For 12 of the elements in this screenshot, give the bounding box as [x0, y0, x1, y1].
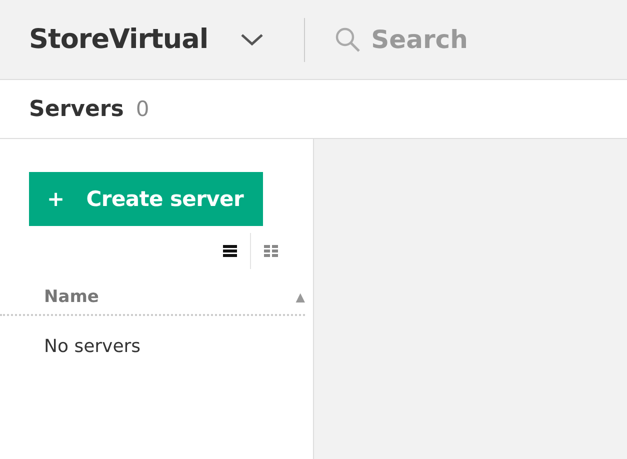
page-title: Servers: [29, 96, 124, 122]
list-view-icon[interactable]: [223, 245, 237, 257]
create-server-button[interactable]: + Create server: [29, 172, 263, 226]
sort-icon[interactable]: ▲: [296, 290, 305, 304]
chevron-down-icon[interactable]: [240, 32, 264, 46]
server-count: 0: [136, 97, 150, 121]
search-field[interactable]: Search: [371, 25, 572, 54]
search-icon: [335, 26, 362, 52]
grid-view-icon[interactable]: [264, 245, 278, 257]
column-header[interactable]: Name: [44, 287, 99, 307]
empty-message: No servers: [44, 336, 142, 357]
app-title: StoreVirtual: [29, 24, 208, 55]
